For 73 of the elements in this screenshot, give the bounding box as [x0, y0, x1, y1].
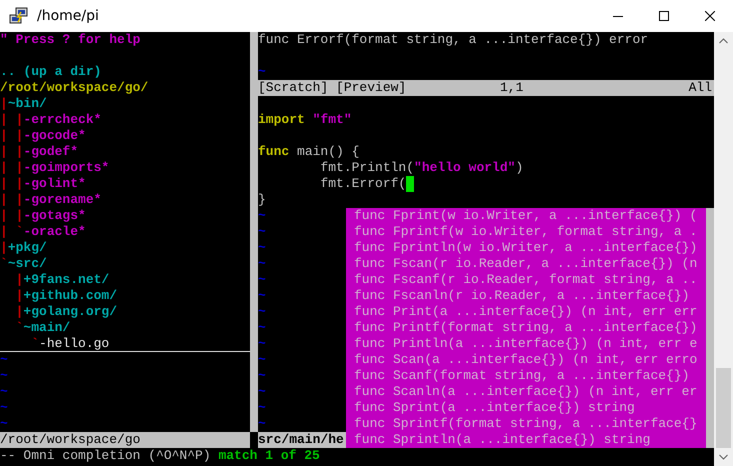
window-title: /home/pi — [37, 8, 99, 24]
completion-item[interactable]: func Fscanln(r io.Reader, a ...interface{}) — [346, 288, 706, 304]
tree-item[interactable]: | |-godef* — [0, 144, 250, 160]
empty-line-marker: ~ — [0, 352, 8, 367]
tree-item[interactable]: | |-gotags* — [0, 208, 250, 224]
empty-line-marker: ~ — [258, 384, 266, 399]
completion-item[interactable]: func Sprintln(a ...interface{}) string — [346, 432, 706, 448]
cursor-position: 1,1 — [500, 80, 524, 96]
completion-item[interactable]: func Scan(a ...interface{}) (n int, err erro — [346, 352, 706, 368]
scrollbar[interactable] — [714, 32, 733, 466]
completion-item[interactable]: func Print(a ...interface{}) (n int, err err — [346, 304, 706, 320]
maximize-icon — [659, 11, 669, 21]
empty-line-marker: ~ — [258, 288, 266, 303]
empty-line-marker: ~ — [258, 64, 266, 79]
empty-line-marker: ~ — [258, 256, 266, 271]
empty-line-marker: ~ — [258, 224, 266, 239]
empty-line-marker: ~ — [0, 384, 8, 399]
empty-line-marker: ~ — [258, 416, 266, 431]
completion-item[interactable]: func Scanln(a ...interface{}) (n int, err er — [346, 384, 706, 400]
completion-item[interactable]: func Fprint(w io.Writer, a ...interface{}) ( — [346, 208, 706, 224]
path-text: /root/workspace/go/ — [0, 80, 150, 96]
completion-item[interactable]: func Println(a ...interface{}) (n int, err e — [346, 336, 706, 352]
empty-line-marker: ~ — [258, 336, 266, 351]
tree-item[interactable]: `-hello.go — [0, 336, 250, 352]
scroll-up-icon[interactable] — [719, 38, 728, 44]
tree-item[interactable]: |+9fans.net/ — [0, 272, 250, 288]
help-text: " Press ? for help — [0, 32, 142, 48]
empty-line-marker: ~ — [0, 400, 8, 415]
tree-item[interactable]: |~bin/ — [0, 96, 250, 112]
completion-item[interactable]: func Fscan(r io.Reader, a ...interface{}) (n — [346, 256, 706, 272]
tree-item[interactable]: | |-golint* — [0, 176, 250, 192]
empty-line-marker: ~ — [258, 352, 266, 367]
empty-line-marker: ~ — [258, 304, 266, 319]
completion-item[interactable]: func Fscanf(r io.Reader, format string, a .. — [346, 272, 706, 288]
tree-item[interactable]: |+pkg/ — [0, 240, 250, 256]
empty-line-marker: ~ — [258, 400, 266, 415]
scroll-down-icon[interactable] — [719, 454, 728, 460]
code-line: func main() { — [258, 144, 360, 160]
computer-icon — [9, 6, 29, 26]
close-icon — [705, 11, 715, 21]
buffer-name: [Scratch] [Preview] — [258, 80, 408, 96]
tree-item[interactable]: |+github.com/ — [0, 288, 250, 304]
empty-line-marker: ~ — [258, 320, 266, 335]
tree-item[interactable]: |+golang.org/ — [0, 304, 250, 320]
tree-item[interactable]: `~main/ — [0, 320, 250, 336]
completion-item[interactable]: func Fprintf(w io.Writer, format string, a . — [346, 224, 706, 240]
empty-line-marker: ~ — [258, 272, 266, 287]
scrollbar-thumb[interactable] — [716, 368, 731, 448]
empty-line-marker: ~ — [258, 208, 266, 223]
empty-line-marker: ~ — [0, 368, 8, 383]
code-line: } — [258, 192, 266, 208]
code-line: import "fmt" — [258, 112, 352, 128]
completion-item[interactable]: func Sprintf(format string, a ...interface{} — [346, 416, 706, 432]
parent-dir-link[interactable]: .. (up a dir) — [0, 64, 250, 80]
completion-item[interactable]: func Scanf(format string, a ...interface{}) — [346, 368, 706, 384]
tree-item[interactable]: | |-gocode* — [0, 128, 250, 144]
scroll-position: All — [688, 80, 713, 96]
tree-item[interactable]: | `-oracle* — [0, 224, 250, 240]
code-line: fmt.Errorf( — [319, 176, 406, 192]
empty-line-marker: ~ — [258, 368, 266, 383]
empty-line-marker: ~ — [0, 416, 8, 431]
tree-item[interactable]: | |-goimports* — [0, 160, 250, 176]
code-line: fmt.Println("hello world") — [319, 160, 524, 176]
tree-item[interactable]: | |-gorename* — [0, 192, 250, 208]
completion-item[interactable]: func Sprint(a ...interface{}) string — [346, 400, 706, 416]
tree-item[interactable]: `~src/ — [0, 256, 250, 272]
tree-item[interactable]: | |-errcheck* — [0, 112, 250, 128]
completion-item[interactable]: func Printf(format string, a ...interface{}) — [346, 320, 706, 336]
match-count: match 1 of 25 — [218, 448, 320, 464]
mode-message: -- Omni completion (^O^N^P) — [0, 448, 212, 464]
signature-text: func Errorf(format string, a ...interface{}) error — [258, 32, 650, 48]
empty-line-marker: ~ — [258, 240, 266, 255]
completion-item[interactable]: func Fprintln(w io.Writer, a ...interface{}) — [346, 240, 706, 256]
